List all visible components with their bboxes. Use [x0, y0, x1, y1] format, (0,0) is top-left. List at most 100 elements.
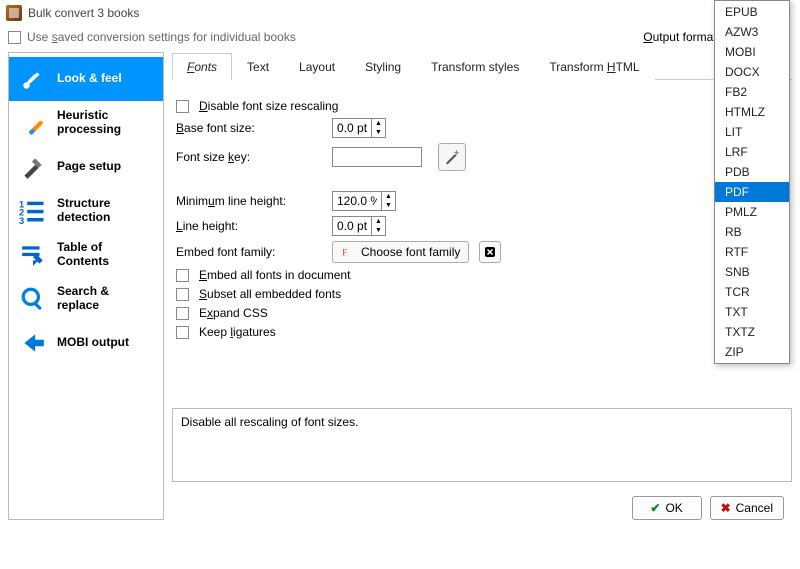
tab-transform-styles[interactable]: Transform styles [416, 53, 534, 80]
fonts-panel: Disable font size rescaling Base font si… [172, 88, 792, 400]
wizard-button[interactable] [438, 143, 466, 171]
sidebar-item-label: Search &replace [57, 285, 109, 313]
arrow-left-icon [19, 329, 47, 357]
tab-text[interactable]: Text [232, 53, 284, 80]
sidebar-item-search-replace[interactable]: Search &replace [9, 277, 163, 321]
tab-layout[interactable]: Layout [284, 53, 350, 80]
min-line-height-input[interactable]: ▲▼ [332, 191, 396, 211]
top-row: Use saved conversion settings for indivi… [0, 26, 800, 52]
spin-down-icon[interactable]: ▼ [372, 226, 385, 235]
output-format-dropdown[interactable]: EPUBAZW3MOBIDOCXFB2HTMLZLITLRFPDBPDFPMLZ… [714, 0, 790, 364]
x-icon: ✖ [721, 501, 731, 515]
sidebar-item-look-and-feel[interactable]: Look & feel [9, 57, 163, 101]
keep-ligatures-label: Keep ligatures [199, 325, 276, 339]
clear-font-button[interactable] [479, 241, 501, 263]
line-height-label: Line height: [176, 219, 322, 233]
format-option-zip[interactable]: ZIP [715, 342, 789, 362]
expand-css-label: Expand CSS [199, 306, 268, 320]
tab-styling[interactable]: Styling [350, 53, 416, 80]
font-size-key-label: Font size key: [176, 150, 322, 164]
checkbox-icon [176, 288, 189, 301]
output-format-label: Output format: [643, 30, 720, 44]
format-option-tcr[interactable]: TCR [715, 282, 789, 302]
disable-rescaling-checkbox[interactable]: Disable font size rescaling [176, 99, 788, 113]
line-height-input[interactable]: ▲▼ [332, 216, 386, 236]
choose-font-label: Choose font family [361, 245, 460, 259]
format-option-rb[interactable]: RB [715, 222, 789, 242]
min-line-height-label: Minimum line height: [176, 194, 322, 208]
tools-icon [19, 153, 47, 181]
tabs: Fonts Text Layout Styling Transform styl… [172, 52, 792, 80]
saved-settings-label: Use saved conversion settings for indivi… [27, 30, 296, 44]
format-option-pdf[interactable]: PDF [715, 182, 789, 202]
sidebar-item-page-setup[interactable]: Page setup [9, 145, 163, 189]
format-option-txt[interactable]: TXT [715, 302, 789, 322]
base-font-size-label: Base font size: [176, 121, 322, 135]
sidebar-item-toc[interactable]: Table ofContents [9, 233, 163, 277]
sidebar-item-mobi-output[interactable]: MOBI output [9, 321, 163, 365]
spin-up-icon[interactable]: ▲ [372, 119, 385, 128]
format-option-fb2[interactable]: FB2 [715, 82, 789, 102]
wand-icon [443, 148, 461, 166]
keep-ligatures-checkbox[interactable]: Keep ligatures [176, 325, 788, 339]
format-option-lrf[interactable]: LRF [715, 142, 789, 162]
cancel-button[interactable]: ✖ Cancel [710, 496, 784, 520]
choose-font-button[interactable]: F Choose font family [332, 241, 469, 263]
format-option-rtf[interactable]: RTF [715, 242, 789, 262]
sidebar-item-label: Page setup [57, 160, 121, 174]
sidebar-item-structure[interactable]: 123 Structuredetection [9, 189, 163, 233]
expand-css-checkbox[interactable]: Expand CSS [176, 306, 788, 320]
spin-up-icon[interactable]: ▲ [382, 192, 395, 201]
format-option-mobi[interactable]: MOBI [715, 42, 789, 62]
subset-label: Subset all embedded fonts [199, 287, 341, 301]
format-option-docx[interactable]: DOCX [715, 62, 789, 82]
app-icon [6, 5, 22, 21]
spin-down-icon[interactable]: ▼ [382, 201, 395, 210]
format-option-pmlz[interactable]: PMLZ [715, 202, 789, 222]
saved-settings-checkbox[interactable]: Use saved conversion settings for indivi… [8, 30, 296, 44]
help-box: Disable all rescaling of font sizes. [172, 408, 792, 482]
sidebar-item-heuristic[interactable]: Heuristicprocessing [9, 101, 163, 145]
disable-rescaling-label: Disable font size rescaling [199, 99, 338, 113]
footer: ✔ OK ✖ Cancel [172, 490, 792, 520]
base-font-size-input[interactable]: ▲▼ [332, 118, 386, 138]
checkbox-icon [176, 307, 189, 320]
sidebar-item-label: Structuredetection [57, 197, 110, 225]
ok-button[interactable]: ✔ OK [632, 496, 702, 520]
sidebar-item-label: Look & feel [57, 72, 122, 86]
format-option-txtz[interactable]: TXTZ [715, 322, 789, 342]
checkbox-icon [176, 100, 189, 113]
format-option-epub[interactable]: EPUB [715, 2, 789, 22]
clear-icon [484, 246, 496, 258]
embed-all-checkbox[interactable]: Embed all fonts in document [176, 268, 788, 282]
spin-up-icon[interactable]: ▲ [372, 217, 385, 226]
right-column: Fonts Text Layout Styling Transform styl… [172, 52, 792, 520]
font-size-key-input[interactable] [332, 147, 422, 167]
tab-transform-html[interactable]: Transform HTML [534, 53, 654, 80]
list-numbered-icon: 123 [19, 197, 47, 225]
checkbox-icon [176, 326, 189, 339]
svg-text:F: F [342, 249, 347, 259]
spin-down-icon[interactable]: ▼ [372, 128, 385, 137]
toc-icon [19, 241, 47, 269]
format-option-pdb[interactable]: PDB [715, 162, 789, 182]
subset-checkbox[interactable]: Subset all embedded fonts [176, 287, 788, 301]
sidebar-item-label: MOBI output [57, 336, 129, 350]
format-option-azw3[interactable]: AZW3 [715, 22, 789, 42]
format-option-htmlz[interactable]: HTMLZ [715, 102, 789, 122]
format-option-snb[interactable]: SNB [715, 262, 789, 282]
svg-text:3: 3 [19, 216, 24, 225]
window-title: Bulk convert 3 books [28, 6, 139, 20]
embed-family-label: Embed font family: [176, 245, 322, 259]
tab-fonts[interactable]: Fonts [172, 53, 232, 80]
format-option-lit[interactable]: LIT [715, 122, 789, 142]
check-icon: ✔ [650, 501, 660, 515]
titlebar: Bulk convert 3 books [0, 0, 800, 26]
search-icon [19, 285, 47, 313]
sidebar: Look & feel Heuristicprocessing Page set… [8, 52, 164, 520]
sidebar-item-label: Table ofContents [57, 241, 109, 269]
main: Look & feel Heuristicprocessing Page set… [0, 52, 800, 520]
ok-label: OK [665, 501, 682, 515]
brush-icon [19, 65, 47, 93]
cancel-label: Cancel [736, 501, 773, 515]
